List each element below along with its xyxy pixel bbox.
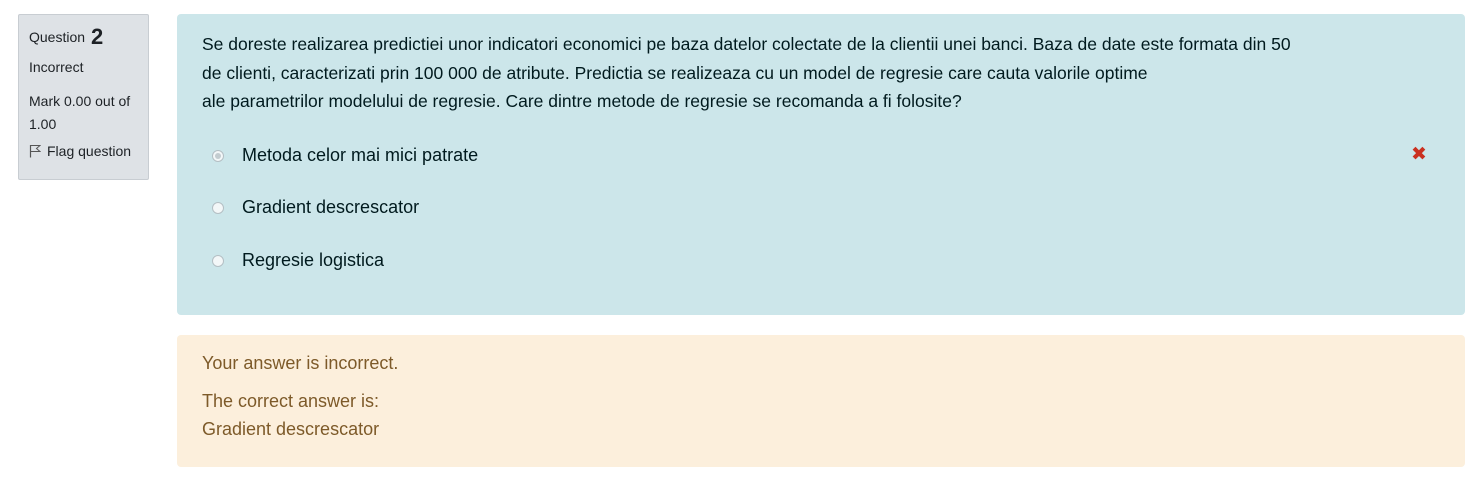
question-content: Se doreste realizarea predictiei unor in… xyxy=(177,14,1465,315)
question-label: Question xyxy=(29,29,86,45)
answer-option[interactable]: Regresie logistica xyxy=(212,250,384,271)
question-text-line: ale parametrilor modelului de regresie. … xyxy=(202,91,962,111)
answer-radio[interactable] xyxy=(212,254,224,267)
answer-option[interactable]: Metoda celor mai mici patrate xyxy=(212,145,478,166)
close-icon: ✖ xyxy=(1411,144,1427,165)
answer-label: Metoda celor mai mici patrate xyxy=(242,145,479,165)
feedback-panel: Your answer is incorrect. The correct an… xyxy=(177,335,1465,467)
answer-label: Regresie logistica xyxy=(242,250,385,270)
flag-question-label: Flag question xyxy=(47,143,132,159)
feedback-status: Your answer is incorrect. xyxy=(202,353,399,373)
question-state: Incorrect xyxy=(29,59,84,75)
answer-label: Gradient descrescator xyxy=(242,197,420,217)
answer-radio-selected[interactable] xyxy=(212,149,224,162)
flag-question-button[interactable]: Flag question xyxy=(29,143,138,159)
question-number-value: 2 xyxy=(90,24,104,49)
question-text: Se doreste realizarea predictiei unor in… xyxy=(202,30,1392,116)
answer-radio[interactable] xyxy=(212,201,224,214)
correct-answer-label: The correct answer is: xyxy=(202,391,380,411)
answer-option[interactable]: Gradient descrescator xyxy=(212,197,419,218)
question-grade: Mark 0.00 out of 1.00 xyxy=(29,93,131,132)
question-text-line: de clienti, caracterizati prin 100 000 d… xyxy=(202,62,1148,83)
question-text-line: Se doreste realizarea predictiei unor in… xyxy=(202,34,1291,54)
correct-answer-value: Gradient descrescator xyxy=(202,419,380,439)
question-info-panel: Question 2 Incorrect Mark 0.00 out of 1.… xyxy=(18,14,149,180)
question-number: Question 2 xyxy=(29,24,138,49)
flag-icon xyxy=(29,145,41,158)
